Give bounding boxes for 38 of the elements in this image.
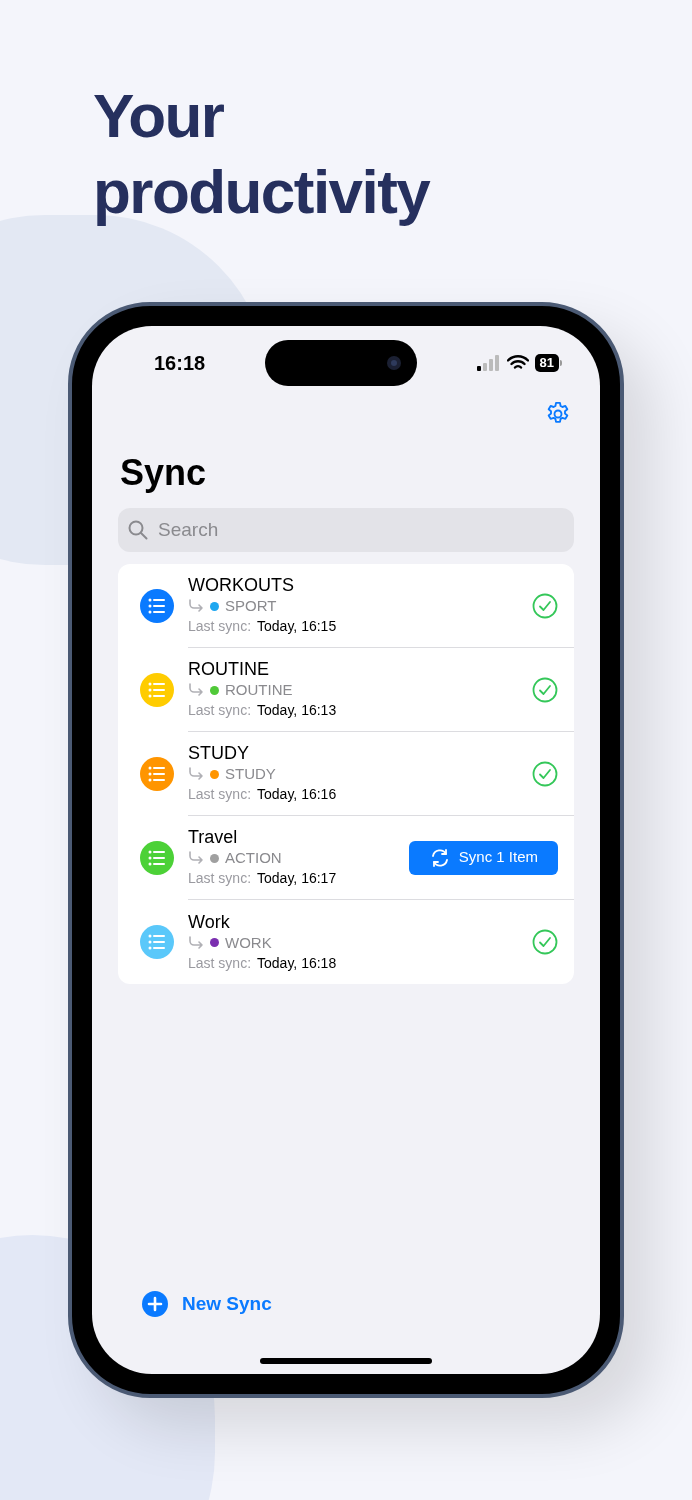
status-time: 16:18 [154,351,206,376]
sync-name: Travel [188,826,238,848]
search-icon [127,519,149,541]
last-sync-label: Last sync: [188,701,252,720]
tag-label: ROUTINE [225,680,293,700]
plus-icon [142,1290,168,1317]
tag-label: SPORT [225,596,277,616]
tag-label: STUDY [225,764,276,784]
wifi-icon [506,355,529,371]
turn-arrow-icon [188,935,204,950]
turn-arrow-icon [188,767,204,781]
last-sync-label: Last sync: [188,785,252,804]
battery-indicator: 81 [534,354,562,372]
camera-icon [386,356,401,370]
last-sync-time: Today, 16:15 [257,617,337,636]
last-sync-label: Last sync: [188,869,252,888]
turn-arrow-icon [188,683,204,697]
signal-icon [476,355,501,371]
sync-name: STUDY [188,742,249,764]
new-sync-button[interactable]: New Sync [142,1289,272,1318]
sync-name: ROUTINE [188,658,269,680]
tag-label: ACTION [225,848,282,868]
last-sync-time: Today, 16:13 [257,701,337,720]
page-title: Sync [120,451,207,495]
sync-items-button[interactable]: Sync 1 Item [408,840,558,875]
last-sync-label: Last sync: [188,617,252,636]
turn-arrow-icon [188,851,204,865]
headline: Your [93,80,224,152]
last-sync-time: Today, 16:16 [257,785,337,804]
sync-name: WORKOUTS [188,574,294,596]
search-field[interactable]: Search [118,508,574,552]
headline: productivity [93,156,430,228]
sync-name: Work [188,910,230,933]
tag-label: WORK [225,932,272,953]
last-sync-time: Today, 16:18 [257,953,337,973]
last-sync-time: Today, 16:17 [257,869,337,888]
turn-arrow-icon [188,599,204,613]
last-sync-label: Last sync: [188,953,252,973]
